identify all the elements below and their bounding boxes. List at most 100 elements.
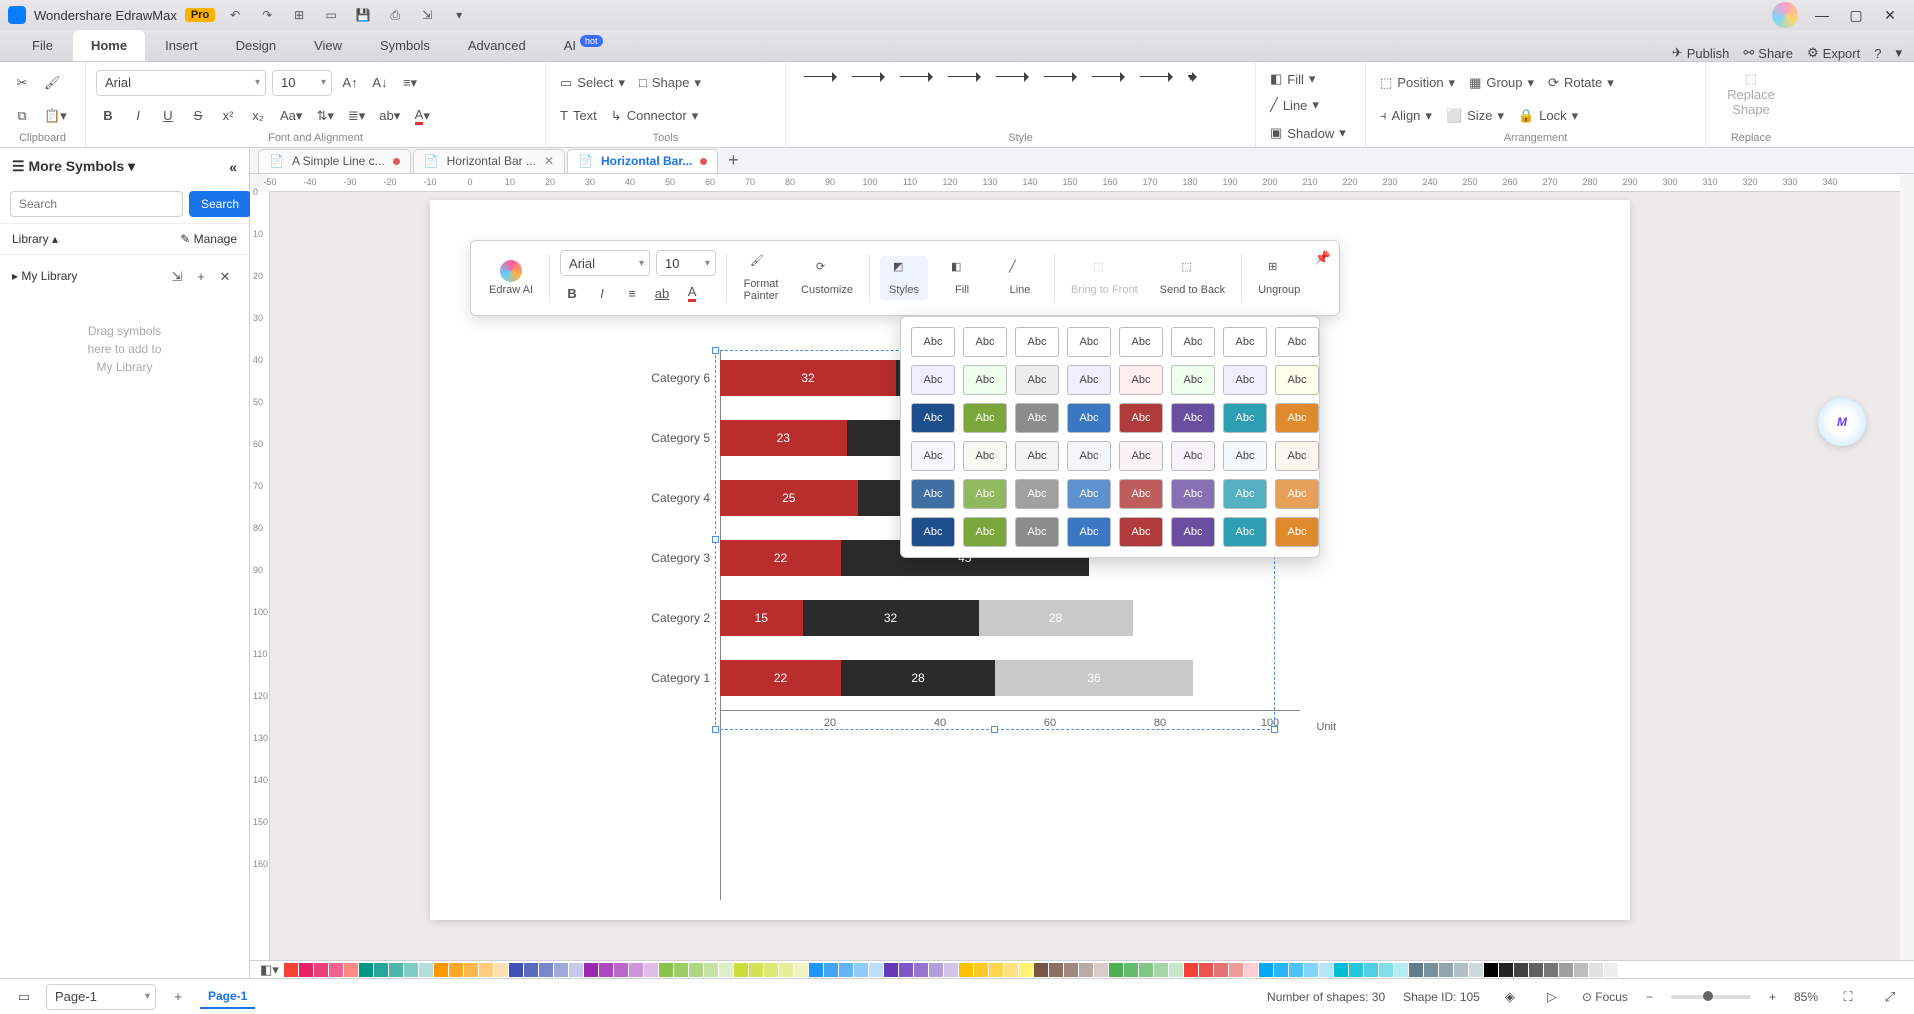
color-swatch[interactable] [1109,963,1123,977]
color-swatch[interactable] [1079,963,1093,977]
font-color-button[interactable]: A▾ [410,103,434,129]
color-swatch[interactable] [284,963,298,977]
align-button[interactable]: ≡▾ [398,70,422,96]
float-line-button[interactable]: ╱Line [996,256,1044,300]
color-swatch[interactable] [1484,963,1498,977]
style-swatch[interactable]: Abc [1275,365,1319,395]
color-swatch[interactable] [1199,963,1213,977]
style-swatch[interactable]: Abc [1275,327,1319,357]
style-swatch[interactable]: Abc [911,403,955,433]
style-swatch[interactable]: Abc [1067,441,1111,471]
float-font-combo[interactable]: Arial [560,250,650,276]
page-select[interactable]: Page-1 [46,984,156,1010]
color-swatch[interactable] [674,963,688,977]
cut-button[interactable]: ✂ [10,70,34,96]
style-swatch[interactable]: Abc [1275,479,1319,509]
style-swatch[interactable]: Abc [1171,365,1215,395]
add-page-button[interactable]: + [166,984,190,1010]
color-swatch[interactable] [1259,963,1273,977]
color-swatch[interactable] [419,963,433,977]
style-swatch[interactable]: Abc [911,479,955,509]
style-swatch[interactable]: Abc [1015,403,1059,433]
text-button[interactable]: T Text [556,103,601,129]
rotate-button[interactable]: ⟳ Rotate ▾ [1544,70,1618,96]
color-swatch[interactable] [704,963,718,977]
float-pin-button[interactable]: 📌 [1311,245,1335,271]
font-size-combo[interactable]: 10 [272,70,332,96]
color-swatch[interactable] [1124,963,1138,977]
color-swatch[interactable] [1604,963,1618,977]
save-button[interactable]: 💾 [351,3,375,27]
style-swatch[interactable]: Abc [1015,517,1059,547]
style-swatch[interactable]: Abc [1119,441,1163,471]
style-swatch[interactable]: Abc [1223,479,1267,509]
color-swatch[interactable] [779,963,793,977]
color-swatch[interactable] [1514,963,1528,977]
color-swatch[interactable] [509,963,523,977]
fit-button[interactable]: ⛶ [1836,984,1860,1010]
color-swatch[interactable] [1064,963,1078,977]
edraw-ai-button[interactable]: Edraw AI [483,256,539,300]
symbol-search-button[interactable]: Search [189,191,251,217]
line-spacing-button[interactable]: ⇅▾ [312,103,337,129]
float-bring-front-button[interactable]: ⬚Bring to Front [1065,256,1144,300]
color-swatch[interactable] [1469,963,1483,977]
color-swatch[interactable] [914,963,928,977]
color-swatch[interactable] [524,963,538,977]
color-swatch[interactable] [899,963,913,977]
color-swatch[interactable] [494,963,508,977]
page-tab-current[interactable]: Page-1 [200,985,255,1009]
color-swatch[interactable] [644,963,658,977]
style-swatch[interactable]: Abc [1223,517,1267,547]
color-swatch[interactable] [1184,963,1198,977]
float-fill-button[interactable]: ◧Fill [938,256,986,300]
color-swatch[interactable] [974,963,988,977]
style-swatch[interactable]: Abc [1119,517,1163,547]
bullets-button[interactable]: ≣▾ [344,103,369,129]
maximize-button[interactable]: ▢ [1840,7,1872,24]
color-swatch[interactable] [1094,963,1108,977]
tab-symbols[interactable]: Symbols [362,30,448,61]
new-button[interactable]: ⊞ [287,3,311,27]
group-button[interactable]: ▦ Group ▾ [1465,70,1538,96]
color-swatch[interactable] [1229,963,1243,977]
style-swatch[interactable]: Abc [1275,517,1319,547]
float-italic-button[interactable]: I [590,280,614,306]
color-swatch[interactable] [719,963,733,977]
style-swatch[interactable]: Abc [1223,327,1267,357]
shadow-button[interactable]: ▣ Shadow ▾ [1266,120,1350,146]
style-swatch[interactable]: Abc [963,517,1007,547]
case-button[interactable]: Aa▾ [276,103,306,129]
color-swatch[interactable] [1289,963,1303,977]
help-button[interactable]: ? [1874,46,1881,61]
style-swatch[interactable]: Abc [1119,479,1163,509]
color-swatch[interactable] [1589,963,1603,977]
color-swatch[interactable] [1319,963,1333,977]
color-swatch[interactable] [299,963,313,977]
color-swatch[interactable] [329,963,343,977]
mylib-add-button[interactable]: + [189,263,213,289]
color-swatch[interactable] [749,963,763,977]
tab-ai[interactable]: AIhot [546,30,621,61]
color-swatch[interactable] [629,963,643,977]
color-swatch[interactable] [824,963,838,977]
page-list-button[interactable]: ▭ [12,984,36,1010]
mylibrary-label[interactable]: ▸ My Library [12,269,77,283]
ai-assistant-bubble[interactable]: M [1818,398,1866,446]
position-button[interactable]: ⬚ Position ▾ [1376,70,1459,96]
style-swatch[interactable]: Abc [1015,441,1059,471]
symbol-search-input[interactable] [10,191,183,217]
color-swatch[interactable] [659,963,673,977]
style-swatch[interactable]: Abc [911,365,955,395]
color-swatch[interactable] [1004,963,1018,977]
format-painter-button[interactable]: 🖌 [40,70,65,96]
connector-button[interactable]: ↳ Connector ▾ [607,103,702,129]
export-quick-button[interactable]: ⇲ [415,3,439,27]
doc-tab-2[interactable]: 📄 Horizontal Bar... [567,149,718,173]
color-swatch[interactable] [1304,963,1318,977]
color-swatch[interactable] [404,963,418,977]
undo-button[interactable]: ↶ [223,3,247,27]
color-swatch[interactable] [1139,963,1153,977]
color-swatch[interactable] [1154,963,1168,977]
color-swatch[interactable] [1034,963,1048,977]
